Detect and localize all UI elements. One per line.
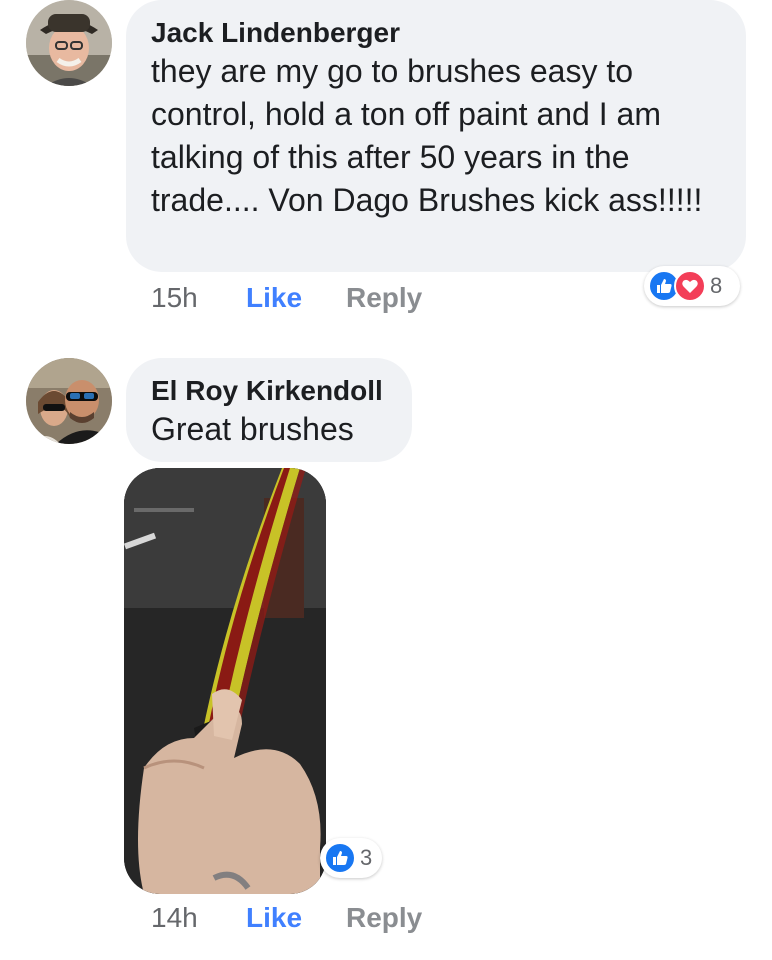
like-button[interactable]: Like	[246, 282, 302, 314]
comment-2: El Roy Kirkendoll Great brushes 3 14h Li…	[0, 358, 772, 958]
avatar-jack[interactable]	[26, 0, 112, 86]
comment-timestamp: 15h	[151, 282, 198, 313]
reaction-summary[interactable]: 3	[320, 838, 382, 878]
comment-photo[interactable]	[124, 468, 326, 894]
comment-timestamp: 14h	[151, 902, 198, 933]
reply-button[interactable]: Reply	[346, 902, 422, 934]
comment-1: Jack Lindenberger they are my go to brus…	[0, 0, 772, 330]
reaction-count: 3	[360, 845, 373, 870]
comment-author[interactable]: El Roy Kirkendoll	[151, 375, 383, 407]
comment-text: Great brushes	[151, 411, 354, 447]
reaction-count: 8	[710, 273, 723, 298]
reply-button[interactable]: Reply	[346, 282, 422, 314]
love-icon	[674, 270, 706, 302]
comment-text: they are my go to brushes easy to contro…	[151, 53, 703, 218]
like-icon	[324, 842, 356, 874]
avatar-elroy[interactable]	[26, 358, 112, 444]
reaction-summary[interactable]: 8	[644, 266, 740, 306]
like-button[interactable]: Like	[246, 902, 302, 934]
comment-author[interactable]: Jack Lindenberger	[151, 17, 400, 49]
